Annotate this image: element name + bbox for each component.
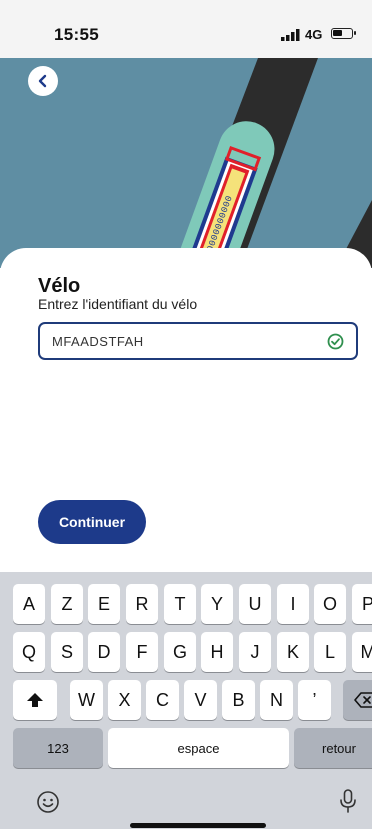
key-a[interactable]: A — [13, 584, 45, 624]
bike-frame-illustration: 0000000000 — [0, 58, 372, 268]
home-indicator — [130, 823, 266, 828]
key-e[interactable]: E — [88, 584, 120, 624]
numbers-key[interactable]: 123 — [13, 728, 103, 768]
key-b[interactable]: B — [222, 680, 255, 720]
key-s[interactable]: S — [51, 632, 83, 672]
network-type: 4G — [305, 27, 323, 42]
key-apostrophe[interactable]: ’ — [298, 680, 331, 720]
key-x[interactable]: X — [108, 680, 141, 720]
key-u[interactable]: U — [239, 584, 271, 624]
bike-id-field[interactable] — [38, 322, 358, 360]
key-m[interactable]: M — [352, 632, 372, 672]
delete-key[interactable] — [343, 680, 372, 720]
key-t[interactable]: T — [164, 584, 196, 624]
check-circle-icon — [327, 333, 344, 350]
key-f[interactable]: F — [126, 632, 158, 672]
key-y[interactable]: Y — [201, 584, 233, 624]
continue-button[interactable]: Continuer — [38, 500, 146, 544]
page-subtitle: Entrez l'identifiant du vélo — [38, 296, 198, 312]
key-p[interactable]: P — [352, 584, 372, 624]
key-z[interactable]: Z — [51, 584, 83, 624]
key-d[interactable]: D — [88, 632, 120, 672]
key-h[interactable]: H — [201, 632, 233, 672]
key-r[interactable]: R — [126, 584, 158, 624]
keyboard: A Z E R T Y U I O P Q S D F G H J K L M … — [0, 572, 372, 829]
shift-key[interactable] — [13, 680, 57, 720]
key-k[interactable]: K — [277, 632, 309, 672]
chevron-left-icon — [38, 74, 47, 88]
status-time: 15:55 — [54, 25, 99, 44]
key-l[interactable]: L — [314, 632, 346, 672]
key-w[interactable]: W — [70, 680, 103, 720]
page-title: Vélo — [38, 275, 81, 297]
key-c[interactable]: C — [146, 680, 179, 720]
key-n[interactable]: N — [260, 680, 293, 720]
bike-illustration-graphic: 0000000000 — [176, 58, 372, 268]
space-key[interactable]: espace — [108, 728, 289, 768]
back-button[interactable] — [28, 66, 58, 96]
key-q[interactable]: Q — [13, 632, 45, 672]
bike-id-input[interactable] — [52, 324, 322, 358]
shift-icon — [27, 693, 43, 707]
status-bar: 15:55 4G — [0, 0, 372, 58]
key-o[interactable]: O — [314, 584, 346, 624]
key-v[interactable]: V — [184, 680, 217, 720]
signal-icon — [281, 29, 300, 41]
return-key[interactable]: retour — [294, 728, 372, 768]
key-i[interactable]: I — [277, 584, 309, 624]
backspace-icon — [354, 692, 372, 708]
battery-icon — [331, 28, 356, 39]
microphone-icon[interactable] — [338, 788, 358, 814]
key-g[interactable]: G — [164, 632, 196, 672]
emoji-icon[interactable] — [36, 790, 60, 814]
key-j[interactable]: J — [239, 632, 271, 672]
